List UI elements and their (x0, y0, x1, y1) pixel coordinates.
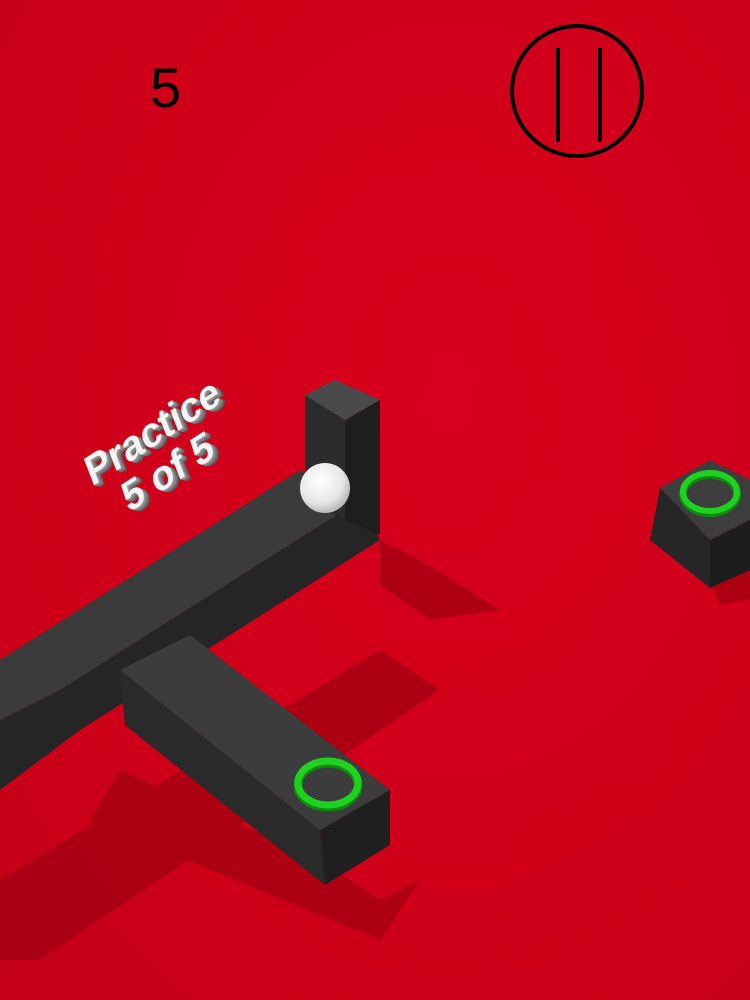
score-counter: 5 (150, 56, 182, 119)
shadow-wall (380, 540, 500, 620)
pause-icon-bar (598, 48, 602, 142)
pause-button[interactable] (510, 24, 644, 158)
pause-icon (556, 48, 560, 142)
end-wall-side (345, 400, 380, 535)
game-stage[interactable]: 5 Practice 5 of 5 (0, 0, 750, 1000)
ball (300, 463, 350, 513)
